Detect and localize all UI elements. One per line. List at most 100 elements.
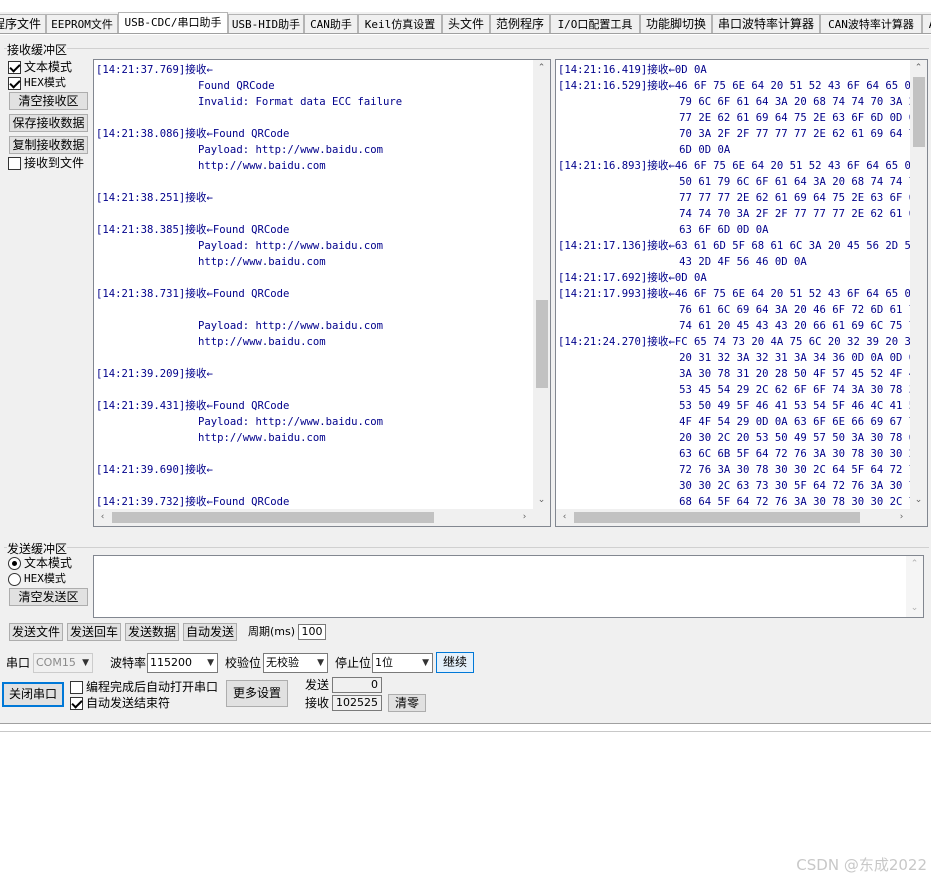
copy-receive-button[interactable]: 复制接收数据: [9, 136, 88, 154]
receive-line: [14:21:38.731]接收←Found QRCode: [96, 288, 290, 300]
tab-io-config[interactable]: I/O口配置工具: [550, 14, 640, 33]
receive-line: [14:21:16.529]接收←46 6F 75 6E 64 20 51 52…: [558, 80, 918, 92]
port-label: 串口: [6, 656, 31, 670]
tx-hex-mode-radio[interactable]: HEX模式: [8, 572, 66, 586]
auto-send-button[interactable]: 自动发送: [183, 623, 237, 641]
receive-line: [14:21:17.692]接收←0D 0A: [558, 272, 707, 284]
scroll-up-icon[interactable]: ⌃: [533, 60, 550, 77]
auto-open-port-checkbox[interactable]: 编程完成后自动打开串口: [70, 680, 218, 694]
tab-uart-baud-calc[interactable]: 串口波特率计算器: [712, 14, 820, 33]
receive-line: 20 31 32 3A 32 31 3A 34 36 0D 0A 0D 0A: [558, 352, 922, 364]
port-select[interactable]: COM15 ▼: [33, 653, 93, 673]
tab-can-assistant[interactable]: CAN助手: [304, 14, 358, 33]
receive-line: [96, 270, 402, 286]
vertical-scrollbar[interactable]: ⌃ ⌄: [906, 556, 923, 617]
receive-line: 79 6C 6F 61 64 3A 20 68 74 74 70 3A 2F: [558, 96, 922, 108]
period-input[interactable]: 100: [298, 624, 326, 640]
stop-bits-select[interactable]: 1位 ▼: [372, 653, 433, 673]
scroll-thumb[interactable]: [536, 300, 548, 388]
scroll-down-icon[interactable]: ⌄: [906, 600, 923, 617]
save-receive-button[interactable]: 保存接收数据: [9, 114, 88, 132]
watermark: CSDN @东成2022: [796, 856, 927, 874]
scroll-right-icon[interactable]: ›: [516, 509, 533, 526]
tx-text-mode-radio[interactable]: 文本模式: [8, 556, 72, 570]
send-file-button[interactable]: 发送文件: [9, 623, 63, 641]
scroll-left-icon[interactable]: ‹: [94, 509, 111, 526]
receive-line: Payload: http://www.baidu.com: [96, 144, 384, 156]
receive-line: 72 76 3A 30 78 30 30 2C 64 5F 64 72 76: [558, 464, 922, 476]
tab-more[interactable]: A: [922, 14, 931, 33]
reset-count-button[interactable]: 清零: [388, 694, 426, 712]
clear-receive-button[interactable]: 清空接收区: [9, 92, 88, 110]
tab-can-baud-calc[interactable]: CAN波特率计算器: [820, 14, 922, 33]
horizontal-scrollbar[interactable]: ‹ ›: [94, 509, 533, 526]
scroll-thumb[interactable]: [574, 512, 860, 523]
receive-line: [96, 478, 402, 494]
period-label: 周期(ms): [248, 625, 296, 638]
scroll-thumb[interactable]: [913, 77, 925, 147]
tab-keil-sim[interactable]: Keil仿真设置: [358, 14, 442, 33]
receive-line: Invalid: Format data ECC failure: [96, 96, 403, 108]
tab-program-file[interactable]: 程序文件: [0, 14, 46, 33]
scroll-right-icon[interactable]: ›: [893, 509, 910, 526]
rx-hex-mode-checkbox[interactable]: HEX模式: [8, 76, 66, 90]
receive-line: [14:21:24.270]接收←FC 65 74 73 20 4A 75 6C…: [558, 336, 918, 348]
send-enter-button[interactable]: 发送回车: [67, 623, 121, 641]
vertical-scrollbar[interactable]: ⌃ ⌄: [533, 60, 550, 509]
tab-usb-hid[interactable]: USB-HID助手: [228, 14, 304, 33]
more-settings-button[interactable]: 更多设置: [226, 680, 288, 707]
receive-line: [96, 174, 402, 190]
receive-group-title: 接收缓冲区: [7, 41, 68, 58]
auto-end-char-checkbox[interactable]: 自动发送结束符: [70, 696, 170, 710]
separator: [0, 731, 931, 732]
receive-line: [14:21:38.086]接收←Found QRCode: [96, 128, 290, 140]
close-port-button[interactable]: 关闭串口: [2, 682, 64, 707]
receive-line: Payload: http://www.baidu.com: [96, 240, 384, 252]
receive-line: [14:21:17.993]接收←46 6F 75 6E 64 20 51 52…: [558, 288, 918, 300]
receive-text-area[interactable]: [14:21:37.769]接收← Found QRCode Invalid: …: [93, 59, 551, 527]
tab-eeprom-file[interactable]: EEPROM文件: [46, 14, 118, 33]
receive-line: 77 77 77 2E 62 61 69 64 75 2E 63 6F 6D: [558, 192, 922, 204]
checkbox-unchecked-icon: [70, 680, 83, 694]
parity-select[interactable]: 无校验 ▼: [263, 653, 328, 673]
tab-usb-cdc-serial[interactable]: USB-CDC/串口助手: [118, 12, 228, 33]
receive-line: 74 61 20 45 43 43 20 66 61 69 6C 75 72: [558, 320, 922, 332]
receive-line: 63 6C 6B 5F 64 72 76 3A 30 78 30 30 2C: [558, 448, 922, 460]
scroll-down-icon[interactable]: ⌄: [910, 492, 927, 509]
receive-to-file-checkbox[interactable]: 接收到文件: [8, 156, 84, 170]
receive-line: [96, 110, 402, 126]
tab-header-file[interactable]: 头文件: [442, 14, 490, 33]
rx-text-mode-checkbox[interactable]: 文本模式: [8, 60, 72, 74]
receive-hex-area[interactable]: [14:21:16.419]接收←0D 0A [14:21:16.529]接收←4…: [555, 59, 928, 527]
receive-line: [14:21:37.769]接收←: [96, 64, 213, 76]
scroll-thumb[interactable]: [112, 512, 434, 523]
receive-line: Payload: http://www.baidu.com: [96, 416, 384, 428]
scroll-left-icon[interactable]: ‹: [556, 509, 573, 526]
receive-line: Found QRCode: [96, 80, 275, 92]
vertical-scrollbar[interactable]: ⌃ ⌄: [910, 60, 927, 509]
receive-line: 77 2E 62 61 69 64 75 2E 63 6F 6D 0D 0A: [558, 112, 922, 124]
horizontal-scrollbar[interactable]: ‹ ›: [556, 509, 910, 526]
scroll-down-icon[interactable]: ⌄: [533, 492, 550, 509]
radio-checked-icon: [8, 556, 21, 570]
tab-pin-switch[interactable]: 功能脚切换: [640, 14, 712, 33]
send-data-button[interactable]: 发送数据: [125, 623, 179, 641]
tx-count-label: 发送: [305, 678, 330, 692]
baud-select[interactable]: 115200 ▼: [147, 653, 218, 673]
tab-example-programs[interactable]: 范例程序: [490, 14, 550, 33]
receive-line: http://www.baidu.com: [96, 160, 326, 172]
receive-line: [14:21:16.419]接收←0D 0A: [558, 64, 707, 76]
receive-line: [14:21:17.136]接收←63 61 6D 5F 68 61 6C 3A…: [558, 240, 918, 252]
tab-bar: 程序文件 EEPROM文件 USB-CDC/串口助手 USB-HID助手 CAN…: [0, 12, 931, 34]
receive-line: [14:21:39.431]接收←Found QRCode: [96, 400, 290, 412]
scroll-up-icon[interactable]: ⌃: [910, 60, 927, 77]
scroll-up-icon[interactable]: ⌃: [906, 556, 923, 573]
clear-send-button[interactable]: 清空发送区: [9, 588, 88, 606]
send-input-area[interactable]: ⌃ ⌄: [93, 555, 924, 618]
receive-line: 74 74 70 3A 2F 2F 77 77 77 2E 62 61 69: [558, 208, 922, 220]
receive-line: [14:21:39.690]接收←: [96, 464, 213, 476]
continue-button[interactable]: 继续: [436, 652, 474, 673]
parity-label: 校验位: [225, 656, 262, 670]
receive-line: [96, 302, 402, 318]
chevron-down-icon: ▼: [317, 658, 324, 668]
